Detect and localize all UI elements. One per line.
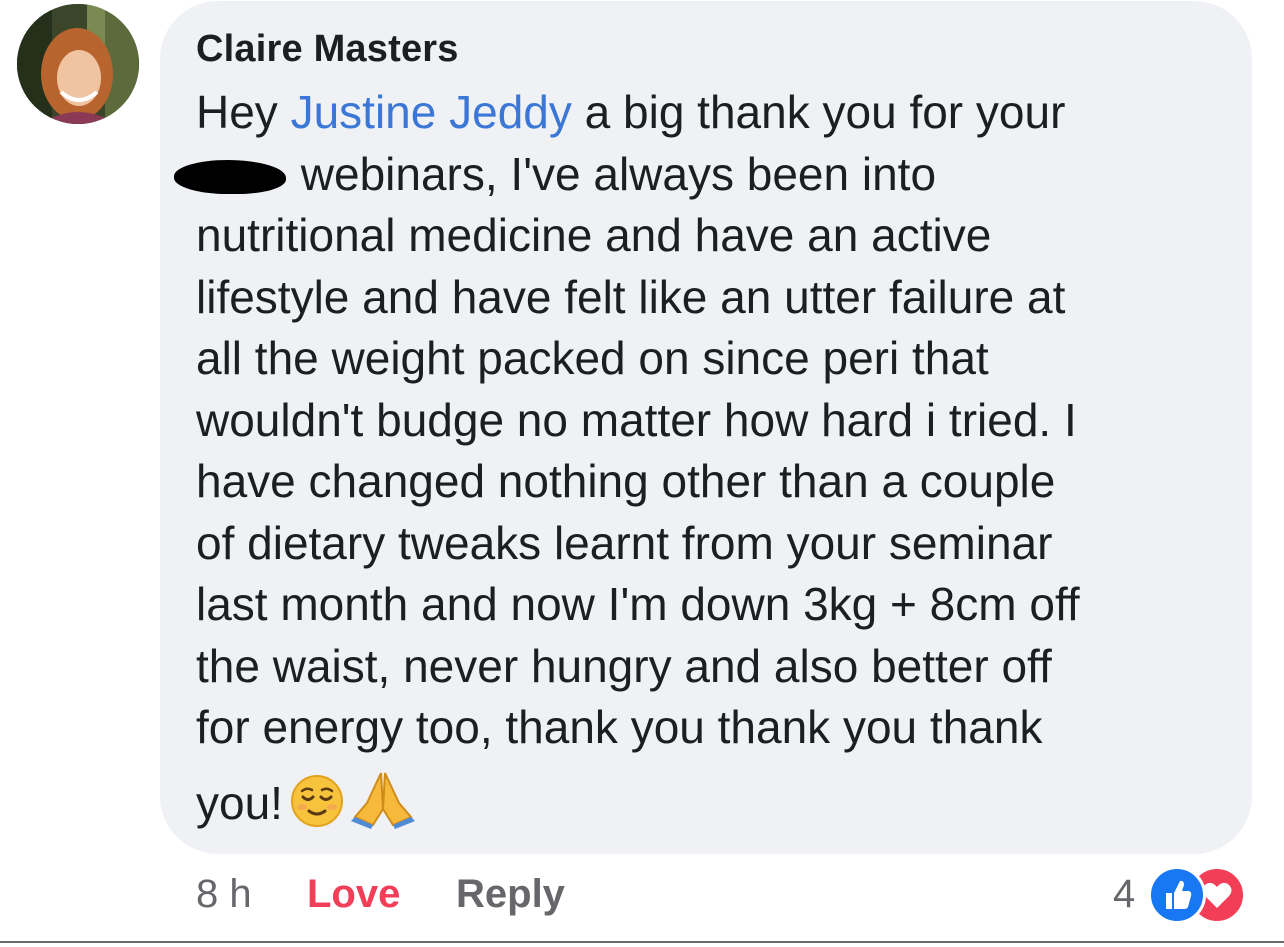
comment-line: the waist, never hungry and also better …	[196, 639, 1052, 692]
avatar-photo	[17, 4, 139, 124]
divider	[0, 941, 1284, 943]
comment-screenshot: Claire Masters Hey Justine Jeddy a big t…	[0, 0, 1284, 947]
redaction-mark	[174, 159, 286, 194]
comment-timestamp[interactable]: 8 h	[196, 872, 252, 917]
reaction-count[interactable]: 4	[1113, 872, 1135, 917]
comment-line: last month and now I'm down 3kg + 8cm of…	[196, 578, 1080, 630]
comment-text: Hey Justine Jeddy a big thank you for yo…	[174, 82, 1236, 831]
mention-link[interactable]: Justine Jeddy	[291, 86, 572, 138]
comment-line: lifestyle and have felt like an utter fa…	[196, 270, 1066, 323]
comment-line: all the weight packed on since peri that	[196, 332, 989, 384]
comment-line: have changed nothing other than a couple	[196, 455, 1056, 507]
avatar[interactable]	[17, 4, 139, 124]
comment-line: of dietary tweaks learnt from your semin…	[196, 516, 1053, 569]
comment-line: wouldn't budge no matter how hard i trie…	[196, 393, 1077, 446]
comment-line: Hey Justine Jeddy a big thank you for yo…	[196, 82, 1236, 144]
folded-hands-emoji	[350, 769, 415, 845]
author-name[interactable]: Claire Masters	[196, 28, 459, 71]
relieved-face-emoji	[289, 773, 345, 845]
comment-text-segment: a big thank you for your	[571, 86, 1066, 138]
comment-text-segment: you!	[196, 776, 283, 829]
like-icon	[1148, 866, 1206, 924]
comment-line: you!	[196, 769, 1236, 831]
comment-text-segment: Hey	[196, 86, 291, 138]
comment-line: webinars, I've always been into	[174, 144, 1236, 206]
reply-button[interactable]: Reply	[456, 872, 565, 917]
comment-text-segment: webinars, I've always been into	[300, 147, 937, 200]
comment-line: for energy too, thank you thank you than…	[196, 701, 1043, 753]
comment-line: nutritional medicine and have an active	[196, 209, 992, 261]
reaction-summary[interactable]	[1148, 866, 1258, 924]
love-button[interactable]: Love	[307, 872, 400, 917]
